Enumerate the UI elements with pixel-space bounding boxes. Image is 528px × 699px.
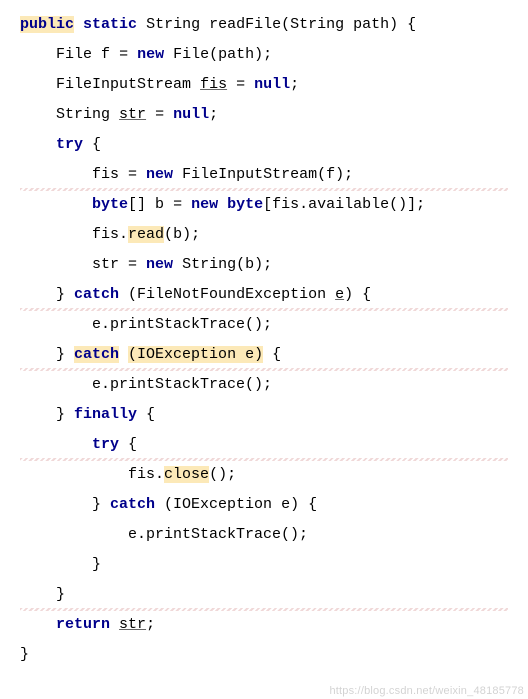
call: e.printStackTrace(); [92, 316, 272, 333]
keyword-new: new [137, 46, 164, 63]
arg: String path [290, 16, 389, 33]
keyword-catch: catch [110, 496, 155, 513]
method-read: read [128, 226, 164, 243]
obj: fis. [92, 226, 128, 243]
call: e.printStackTrace(); [128, 526, 308, 543]
code-line: File f = new File(path); [20, 40, 508, 70]
keyword-byte: byte [92, 196, 128, 213]
expr: fis.available() [272, 196, 407, 213]
code-line: String str = null; [20, 100, 508, 130]
code-line: } [20, 640, 508, 670]
rest: (); [209, 466, 236, 483]
code-line: e.printStackTrace(); [20, 370, 508, 400]
obj: fis. [128, 466, 164, 483]
code-line: fis.close(); [20, 460, 508, 490]
keyword-return: return [56, 616, 110, 633]
code-line: } catch (FileNotFoundException e) { [20, 280, 508, 310]
var: b [155, 196, 164, 213]
var: str [92, 256, 119, 273]
keyword-try: try [56, 136, 83, 153]
var: e [281, 496, 290, 513]
arg: path [218, 46, 254, 63]
keyword-static: static [83, 16, 137, 33]
arg: f [326, 166, 335, 183]
ctor: FileInputStream [182, 166, 317, 183]
keyword-try: try [92, 436, 119, 453]
code-line: fis = new FileInputStream(f); [20, 160, 508, 190]
brace: } [20, 646, 29, 663]
var: f [101, 46, 110, 63]
code-line: FileInputStream fis = null; [20, 70, 508, 100]
keyword-catch: catch [74, 346, 119, 363]
code-line: return str; [20, 610, 508, 640]
type: File [56, 46, 92, 63]
var: e [335, 286, 344, 303]
code-line: } finally { [20, 400, 508, 430]
var: str [119, 106, 146, 123]
code-line: try { [20, 130, 508, 160]
return-type: String [146, 16, 200, 33]
code-line: } catch (IOException e) { [20, 340, 508, 370]
keyword-null: null [254, 76, 290, 93]
method-name: readFile [209, 16, 281, 33]
var: str [119, 616, 146, 633]
code-line: fis.read(b); [20, 220, 508, 250]
var: fis [92, 166, 119, 183]
type: IOException [173, 496, 272, 513]
brace: } [92, 556, 101, 573]
code-line: public static String readFile(String pat… [20, 10, 508, 40]
arg: b [245, 256, 254, 273]
code-line: } catch (IOException e) { [20, 490, 508, 520]
brace: } [56, 586, 65, 603]
arg: b [173, 226, 182, 243]
keyword-new: new [191, 196, 218, 213]
method-close: close [164, 466, 209, 483]
type: FileInputStream [56, 76, 191, 93]
code-line: try { [20, 430, 508, 460]
code-line: byte[] b = new byte[fis.available()]; [20, 190, 508, 220]
ctor: File [173, 46, 209, 63]
watermark: https://blog.csdn.net/weixin_48185778 [329, 685, 524, 697]
code-line: str = new String(b); [20, 250, 508, 280]
catch-args: (IOException e) [128, 346, 263, 363]
keyword-null: null [173, 106, 209, 123]
keyword-new: new [146, 256, 173, 273]
call: e.printStackTrace(); [92, 376, 272, 393]
type: FileNotFoundException [137, 286, 326, 303]
code-line: } [20, 580, 508, 610]
code-line: } [20, 550, 508, 580]
keyword-finally: finally [74, 406, 137, 423]
keyword-public: public [20, 16, 74, 33]
code-line: e.printStackTrace(); [20, 310, 508, 340]
keyword-new: new [146, 166, 173, 183]
keyword-byte: byte [227, 196, 263, 213]
type: String [56, 106, 110, 123]
ctor: String [182, 256, 236, 273]
keyword-catch: catch [74, 286, 119, 303]
code-line: e.printStackTrace(); [20, 520, 508, 550]
var: fis [200, 76, 227, 93]
